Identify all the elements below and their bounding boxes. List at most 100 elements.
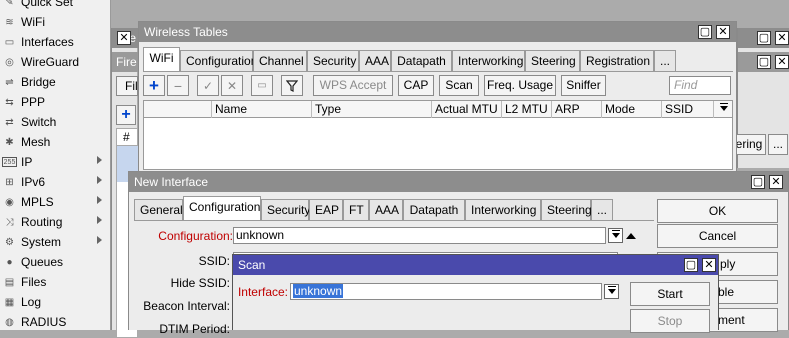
columns-dropdown-icon[interactable]	[716, 101, 731, 116]
interface-tab-aaa[interactable]: AAA	[369, 199, 403, 220]
background-button-fragment[interactable]: ering	[732, 134, 766, 155]
sidebar-item-wifi[interactable]: ≋ WiFi	[0, 12, 110, 32]
sidebar-item-system[interactable]: ⚙ System	[0, 232, 110, 252]
background-window-close[interactable]: ✕	[117, 31, 131, 45]
background-window2-maximize[interactable]: ▢	[757, 55, 771, 69]
sidebar-item-label: Mesh	[21, 135, 51, 149]
scan-maximize-icon[interactable]: ▢	[684, 258, 698, 272]
sidebar-item-ipv6[interactable]: ⊞ IPv6	[0, 172, 110, 192]
sidebar-item-ppp[interactable]: ⇆ PPP	[0, 92, 110, 112]
sidebar-item-label: MPLS	[21, 195, 54, 209]
sidebar-item-label: WireGuard	[21, 55, 80, 69]
wireless-tab-channel[interactable]: Channel	[253, 50, 307, 71]
sidebar-item-wireguard[interactable]: ◎ WireGuard	[0, 52, 110, 72]
configuration-select[interactable]: unknown	[233, 227, 606, 244]
new-interface-title: New Interface	[129, 172, 788, 192]
wps-accept-button[interactable]: WPS Accept	[313, 75, 393, 96]
interface-tab-more[interactable]: ...	[591, 199, 613, 220]
sidebar-item-label: Switch	[21, 115, 57, 129]
scan-interface-value: unknown	[293, 284, 344, 298]
col-mode[interactable]: Mode	[602, 101, 662, 118]
interface-tab-eap[interactable]: EAP	[309, 199, 343, 220]
col-name[interactable]: Name	[212, 101, 312, 118]
ok-button[interactable]: OK	[657, 199, 778, 223]
sidebar-item-mpls[interactable]: ◉ MPLS	[0, 192, 110, 212]
wireless-tables-title: Wireless Tables	[139, 22, 736, 42]
background-add-icon[interactable]: +	[116, 105, 136, 125]
sidebar-item-label: IPv6	[21, 175, 46, 189]
quick-set-icon: ✎	[5, 0, 14, 8]
wireless-tab-aaa[interactable]: AAA	[359, 50, 391, 71]
wireless-tab-datapath[interactable]: Datapath	[391, 50, 452, 71]
collapse-arrow-icon[interactable]	[626, 233, 636, 239]
filter-icon[interactable]	[281, 75, 303, 96]
background-window-maximize[interactable]: ▢	[757, 31, 771, 45]
interface-tab-security[interactable]: Security	[261, 199, 310, 220]
new-interface-close-icon[interactable]: ✕	[769, 175, 783, 189]
background-window2-close[interactable]: ✕	[775, 55, 789, 69]
interface-tab-datapath[interactable]: Datapath	[403, 199, 465, 220]
sniffer-button[interactable]: Sniffer	[561, 75, 606, 96]
enable-icon[interactable]: ✓	[197, 75, 219, 96]
remove-icon[interactable]: −	[167, 75, 189, 96]
wireless-tab-configuration[interactable]: Configuration	[180, 50, 257, 71]
sidebar-item-files[interactable]: ▤ Files	[0, 272, 110, 292]
scan-stop-button[interactable]: Stop	[630, 309, 710, 333]
freq-usage-button[interactable]: Freq. Usage	[484, 75, 556, 96]
scan-interface-dropdown-icon[interactable]	[604, 284, 619, 299]
disable-icon[interactable]: ✕	[221, 75, 243, 96]
background-col-hash: #	[117, 129, 139, 146]
queues-icon: ●	[6, 256, 13, 268]
col-type[interactable]: Type	[312, 101, 432, 118]
wireless-tables-close-icon[interactable]: ✕	[716, 25, 730, 39]
wireless-tab-more[interactable]: ...	[654, 50, 676, 71]
cap-button[interactable]: CAP	[398, 75, 434, 96]
interface-tab-general[interactable]: General	[134, 199, 183, 220]
scan-interface-label: Interface:	[237, 285, 288, 299]
col-actual-mtu[interactable]: Actual MTU	[432, 101, 502, 118]
sidebar-item-queues[interactable]: ● Queues	[0, 252, 110, 272]
mpls-icon: ◉	[5, 196, 14, 208]
sidebar-item-mesh[interactable]: ✱ Mesh	[0, 132, 110, 152]
background-window-title-2: Fire	[112, 52, 138, 72]
background-window-close-right[interactable]: ✕	[775, 31, 789, 45]
col-l2-mtu[interactable]: L2 MTU	[502, 101, 552, 118]
sidebar-item-log[interactable]: ▦ Log	[0, 292, 110, 312]
comment-icon[interactable]: ▭	[251, 75, 273, 96]
col-ssid[interactable]: SSID	[662, 101, 714, 118]
wireless-tables-maximize-icon[interactable]: ▢	[698, 25, 712, 39]
configuration-dropdown-icon[interactable]	[608, 228, 623, 243]
interface-tab-ft[interactable]: FT	[343, 199, 369, 220]
interface-tab-steering[interactable]: Steering	[541, 199, 592, 220]
wireless-tab-steering[interactable]: Steering	[525, 50, 580, 71]
wireless-tab-interworking[interactable]: Interworking	[452, 50, 525, 71]
sidebar-item-ip[interactable]: 255 IP	[0, 152, 110, 172]
col-flags[interactable]	[144, 101, 212, 118]
wireless-tab-registration[interactable]: Registration	[580, 50, 654, 71]
background-more-button[interactable]: ...	[768, 134, 788, 155]
submenu-arrow-icon	[97, 156, 102, 164]
sidebar-item-routing[interactable]: ⤨ Routing	[0, 212, 110, 232]
sidebar-item-quick-set[interactable]: ✎ Quick Set	[0, 0, 110, 12]
scan-start-button[interactable]: Start	[630, 282, 710, 306]
interface-tab-interworking[interactable]: Interworking	[465, 199, 541, 220]
sidebar-item-bridge[interactable]: ⇌ Bridge	[0, 72, 110, 92]
find-input[interactable]: Find	[669, 76, 731, 95]
sidebar-item-radius[interactable]: ◍ RADIUS	[0, 312, 110, 332]
col-arp[interactable]: ARP	[552, 101, 602, 118]
sidebar-item-switch[interactable]: ⇄ Switch	[0, 112, 110, 132]
background-tab-filter[interactable]: Filt	[116, 76, 138, 96]
sidebar-item-label: Interfaces	[21, 35, 74, 49]
bridge-icon: ⇌	[5, 76, 14, 88]
sidebar-item-interfaces[interactable]: ▭ Interfaces	[0, 32, 110, 52]
scan-title: Scan	[233, 255, 718, 275]
wireless-tab-security[interactable]: Security	[307, 50, 359, 71]
wireless-tab-wifi[interactable]: WiFi	[143, 47, 180, 71]
scan-interface-select[interactable]: unknown	[290, 283, 602, 300]
scan-button[interactable]: Scan	[439, 75, 479, 96]
new-interface-maximize-icon[interactable]: ▢	[751, 175, 765, 189]
cancel-button[interactable]: Cancel	[657, 224, 778, 248]
scan-close-icon[interactable]: ✕	[702, 258, 716, 272]
interface-tab-configuration[interactable]: Configuration	[183, 196, 261, 220]
add-icon[interactable]: +	[143, 75, 165, 96]
